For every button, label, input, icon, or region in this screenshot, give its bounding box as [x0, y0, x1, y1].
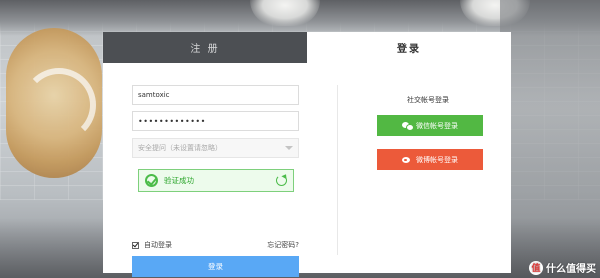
- username-input[interactable]: samtoxic: [132, 85, 299, 105]
- remember-row: 自动登录 忘记密码?: [132, 239, 299, 251]
- tab-login[interactable]: 登录: [307, 32, 511, 63]
- tab-register[interactable]: 注 册: [103, 32, 307, 63]
- forgot-password-link[interactable]: 忘记密码?: [267, 240, 299, 250]
- check-circle-icon: [145, 174, 158, 187]
- site-watermark: 值 什么值得买: [529, 260, 596, 275]
- security-question-select[interactable]: 安全提问（未设置请忽略）: [132, 138, 299, 158]
- wechat-login-button[interactable]: 微信帐号登录: [377, 115, 483, 136]
- login-dialog: 注 册 登录 samtoxic ••••••••••••• 安全提问（未设置请忽…: [103, 32, 511, 277]
- weibo-login-label: 微博帐号登录: [416, 155, 458, 164]
- background-wooden-logo: [6, 28, 102, 178]
- password-input[interactable]: •••••••••••••: [132, 111, 299, 131]
- captcha-verify-box[interactable]: 验证成功: [138, 169, 294, 192]
- watermark-text: 什么值得买: [546, 264, 596, 275]
- security-question-placeholder: 安全提问（未设置请忽略）: [138, 144, 222, 152]
- wechat-login-label: 微信帐号登录: [416, 121, 458, 130]
- wechat-icon: [402, 121, 414, 131]
- chevron-down-icon: [285, 146, 293, 150]
- watermark-badge: 值: [529, 260, 543, 275]
- remember-checkbox[interactable]: [132, 241, 139, 249]
- social-login-title: 社交帐号登录: [407, 96, 449, 104]
- login-button[interactable]: 登录: [132, 256, 299, 277]
- verify-status-text: 验证成功: [164, 176, 194, 185]
- weibo-icon: [402, 156, 412, 164]
- refresh-icon[interactable]: [276, 175, 287, 186]
- remember-label[interactable]: 自动登录: [144, 240, 172, 250]
- vertical-divider: [337, 85, 338, 255]
- weibo-login-button[interactable]: 微博帐号登录: [377, 149, 483, 170]
- auth-tabs: 注 册 登录: [103, 32, 511, 63]
